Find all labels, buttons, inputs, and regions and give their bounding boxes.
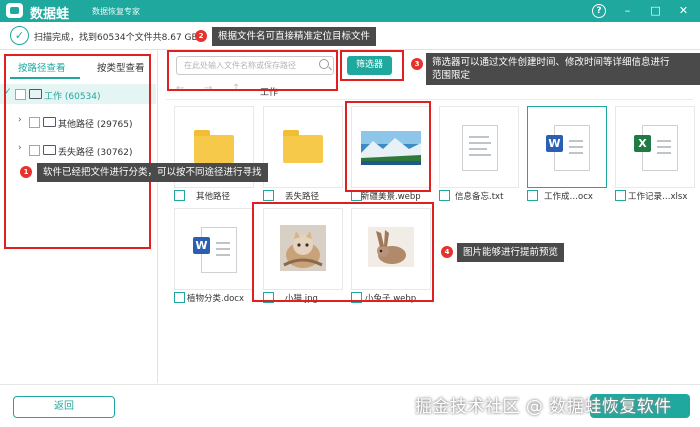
annotation-badge: 4: [441, 246, 453, 258]
title-bar: 数据蛙 数据恢复专家 ? – □ ✕: [0, 0, 700, 22]
highlight-box-images: [252, 202, 434, 302]
file-checkbox[interactable]: [174, 190, 185, 201]
divider: [0, 384, 700, 385]
check-circle-icon: ✓: [10, 26, 29, 45]
minimize-icon[interactable]: –: [620, 3, 635, 18]
help-icon[interactable]: ?: [592, 4, 606, 18]
folder-icon: [194, 130, 234, 163]
file-name: 工作记录…xlsx: [628, 192, 688, 202]
annotation-badge: 3: [411, 58, 423, 70]
file-checkbox[interactable]: [527, 190, 538, 201]
file-name: 其他路径: [196, 192, 231, 202]
annotation-badge: 1: [20, 166, 32, 178]
close-icon[interactable]: ✕: [676, 3, 691, 18]
file-checkbox[interactable]: [263, 190, 274, 201]
highlight-box-filter: [340, 50, 404, 81]
divider: [166, 99, 693, 100]
file-tile[interactable]: [439, 106, 519, 188]
annotation-note: 图片能够进行提前预览: [457, 243, 565, 262]
word-icon: W: [193, 237, 210, 254]
watermark: 掘金技术社区 @ 数据蛙恢复软件: [415, 397, 672, 417]
file-name: 信息备忘.txt: [455, 192, 504, 202]
annotation-line: 范围限定: [432, 70, 471, 81]
file-name: 丢失路径: [285, 192, 320, 202]
file-checkbox[interactable]: [174, 292, 185, 303]
annotation-badge: 2: [195, 30, 207, 42]
folder-icon: [283, 130, 323, 163]
word-icon: W: [546, 135, 563, 152]
file-tile[interactable]: [263, 106, 343, 188]
back-button[interactable]: 返回: [13, 396, 115, 418]
annotation-note: 根据文件名可直接精准定位目标文件: [212, 27, 377, 46]
app-subtitle: 数据恢复专家: [92, 7, 140, 16]
file-checkbox[interactable]: [439, 190, 450, 201]
file-tile[interactable]: W: [174, 208, 254, 290]
text-file-icon: [462, 125, 498, 171]
annotation-line: 筛选器可以通过文件创建时间、修改时间等详细信息进行: [432, 57, 670, 68]
highlight-box-sidebar: [4, 54, 151, 249]
highlight-box-search: [167, 50, 338, 91]
annotation-note: 软件已经把文件进行分类，可以按不同途径进行寻找: [37, 163, 268, 182]
file-tile[interactable]: X: [615, 106, 695, 188]
app-name: 数据蛙: [30, 7, 70, 22]
excel-icon: X: [634, 135, 651, 152]
file-checkbox[interactable]: [615, 190, 626, 201]
file-tile[interactable]: W: [527, 106, 607, 188]
annotation-note: 筛选器可以通过文件创建时间、修改时间等详细信息进行 范围限定: [426, 53, 700, 85]
highlight-box-landscape: [345, 101, 431, 192]
frog-logo-icon: [6, 3, 23, 18]
file-name: 工作成…ocx: [544, 192, 593, 202]
file-name: 植物分类.docx: [187, 294, 245, 304]
status-text: 扫描完成，找到60534个文件共8.67 GB。: [34, 33, 207, 43]
maximize-icon[interactable]: □: [648, 3, 663, 18]
